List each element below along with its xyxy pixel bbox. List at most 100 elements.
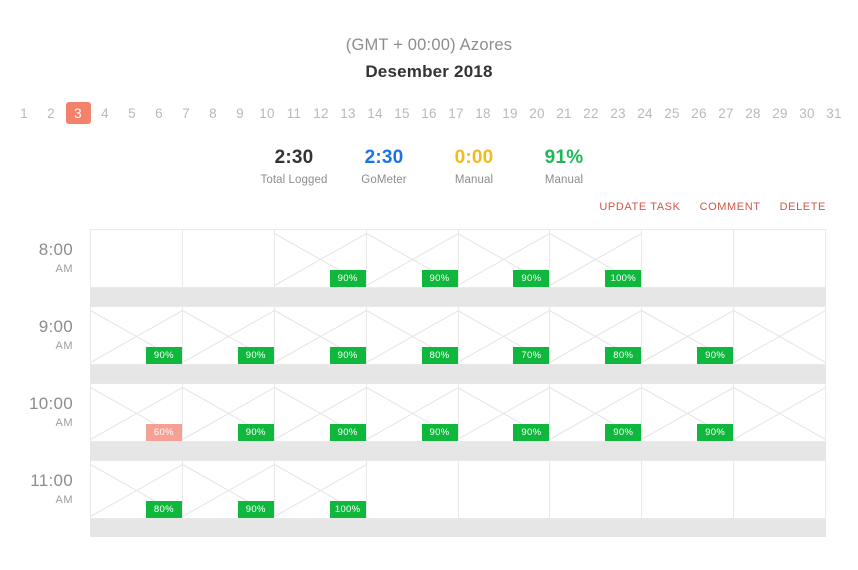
timeline-row: 9:00 AM 90% 90% 90% 80% 70% 80% 90% — [0, 306, 858, 365]
timeline-cell[interactable] — [550, 461, 643, 518]
progress-badge[interactable]: 90% — [237, 347, 274, 364]
progress-badge[interactable]: 90% — [237, 501, 274, 518]
day-cell-8[interactable]: 8 — [201, 102, 226, 124]
day-cell-7[interactable]: 7 — [174, 102, 199, 124]
timeline-cell[interactable]: 90% — [274, 307, 367, 364]
timeline-cell[interactable]: 90% — [366, 230, 459, 287]
timeline-cell[interactable]: 90% — [182, 384, 275, 441]
timeline-cell[interactable] — [459, 461, 551, 518]
timeline-cell[interactable]: 90% — [458, 384, 551, 441]
progress-badge[interactable]: 90% — [329, 347, 366, 364]
comment-link[interactable]: COMMENT — [700, 201, 761, 213]
timezone-label: (GMT + 00:00) Azores — [345, 36, 513, 54]
timeline-cell[interactable]: 90% — [366, 384, 459, 441]
day-cell-25[interactable]: 25 — [660, 102, 685, 124]
progress-badge[interactable]: 90% — [513, 270, 550, 287]
progress-badge[interactable]: 90% — [329, 424, 366, 441]
time-meridiem: AM — [55, 340, 73, 352]
delete-link[interactable]: DELETE — [780, 201, 826, 213]
day-cell-12[interactable]: 12 — [309, 102, 334, 124]
timeline-cell[interactable] — [91, 230, 183, 287]
day-cell-27[interactable]: 27 — [714, 102, 739, 124]
day-cell-24[interactable]: 24 — [633, 102, 658, 124]
day-cell-3[interactable]: 3 — [65, 102, 91, 124]
row-divider-bar — [90, 365, 826, 383]
day-strip[interactable]: 1 2 3 4 5 6 7 8 9 10 11 12 13 14 15 16 17 18 19 20 21 22 23 24 2… — [0, 102, 858, 124]
day-cell-22[interactable]: 22 — [579, 102, 604, 124]
timeline-cell[interactable] — [642, 230, 735, 287]
day-cell-6[interactable]: 6 — [147, 102, 172, 124]
timeline-cell[interactable] — [734, 230, 826, 287]
day-cell-19[interactable]: 19 — [498, 102, 523, 124]
day-cell-18[interactable]: 18 — [471, 102, 496, 124]
day-cell-2[interactable]: 2 — [39, 102, 64, 124]
timeline-cell[interactable]: 90% — [182, 461, 275, 518]
progress-badge[interactable]: 90% — [237, 424, 274, 441]
timeline-cell[interactable]: 80% — [366, 307, 459, 364]
timeline-cell[interactable]: 100% — [550, 230, 643, 287]
day-cell-21[interactable]: 21 — [552, 102, 577, 124]
day-cell-1[interactable]: 1 — [12, 102, 37, 124]
progress-badge[interactable]: 80% — [145, 501, 182, 518]
day-cell-9[interactable]: 9 — [228, 102, 253, 124]
day-cell-15[interactable]: 15 — [390, 102, 415, 124]
progress-badge[interactable]: 100% — [329, 501, 366, 518]
progress-badge[interactable]: 90% — [697, 424, 734, 441]
action-links[interactable]: UPDATE TASK COMMENT DELETE — [0, 201, 858, 213]
day-cell-23[interactable]: 23 — [606, 102, 631, 124]
stat-label: GoMeter — [361, 174, 407, 186]
day-cell-31[interactable]: 31 — [822, 102, 847, 124]
progress-badge[interactable]: 90% — [329, 270, 366, 287]
progress-badge[interactable]: 60% — [145, 424, 182, 441]
progress-badge[interactable]: 90% — [421, 270, 458, 287]
day-cell-20[interactable]: 20 — [525, 102, 550, 124]
day-cell-11[interactable]: 11 — [282, 102, 307, 124]
timeline-cell[interactable] — [734, 461, 826, 518]
progress-badge[interactable]: 90% — [421, 424, 458, 441]
stat-3: 0:00 Manual — [429, 146, 519, 189]
timeline-cell[interactable]: 90% — [550, 384, 643, 441]
timeline-cell[interactable]: 90% — [91, 307, 183, 364]
progress-badge[interactable]: 100% — [605, 270, 642, 287]
progress-badge[interactable]: 70% — [513, 347, 550, 364]
day-cell-4[interactable]: 4 — [93, 102, 118, 124]
day-cell-29[interactable]: 29 — [768, 102, 793, 124]
day-cell-17[interactable]: 17 — [444, 102, 469, 124]
row-divider-bar — [90, 288, 826, 306]
timeline-cell[interactable]: 90% — [642, 384, 735, 441]
day-cell-14[interactable]: 14 — [363, 102, 388, 124]
day-cell-5[interactable]: 5 — [120, 102, 145, 124]
time-meridiem: AM — [55, 263, 73, 275]
day-cell-13[interactable]: 13 — [336, 102, 361, 124]
progress-badge[interactable]: 80% — [605, 347, 642, 364]
update-task-link[interactable]: UPDATE TASK — [599, 201, 680, 213]
progress-badge[interactable]: 90% — [697, 347, 734, 364]
day-cell-16[interactable]: 16 — [417, 102, 442, 124]
timeline-cell[interactable]: 90% — [274, 230, 367, 287]
progress-badge[interactable]: 90% — [145, 347, 182, 364]
stats-summary: 2:30 Total Logged 2:30 GoMeter 0:00 Manual 91%… — [0, 146, 858, 189]
timeline-cell[interactable]: 100% — [274, 461, 367, 518]
stat-label: Total Logged — [260, 174, 328, 186]
timeline-cell[interactable]: 80% — [91, 461, 183, 518]
timeline-cell[interactable]: 90% — [642, 307, 735, 364]
progress-badge[interactable]: 80% — [421, 347, 458, 364]
timeline-grid: 8:00 AM 90% 90% 90% 100% 9:00 AM 90% 90% 90% 80% 70%… — [0, 229, 858, 537]
progress-badge[interactable]: 90% — [513, 424, 550, 441]
timeline-cell[interactable] — [183, 230, 275, 287]
day-cell-26[interactable]: 26 — [687, 102, 712, 124]
timeline-cell[interactable]: 60% — [91, 384, 183, 441]
day-cell-30[interactable]: 30 — [795, 102, 820, 124]
progress-badge[interactable]: 90% — [605, 424, 642, 441]
timeline-cell[interactable] — [642, 461, 735, 518]
timeline-cell[interactable] — [367, 461, 459, 518]
timeline-cell[interactable]: 70% — [458, 307, 551, 364]
timeline-cell[interactable] — [734, 384, 826, 441]
day-cell-28[interactable]: 28 — [741, 102, 766, 124]
day-cell-10[interactable]: 10 — [255, 102, 280, 124]
timeline-cell[interactable]: 80% — [550, 307, 643, 364]
timeline-cell[interactable]: 90% — [458, 230, 551, 287]
timeline-cell[interactable]: 90% — [274, 384, 367, 441]
timeline-cell[interactable] — [734, 307, 826, 364]
timeline-cell[interactable]: 90% — [182, 307, 275, 364]
